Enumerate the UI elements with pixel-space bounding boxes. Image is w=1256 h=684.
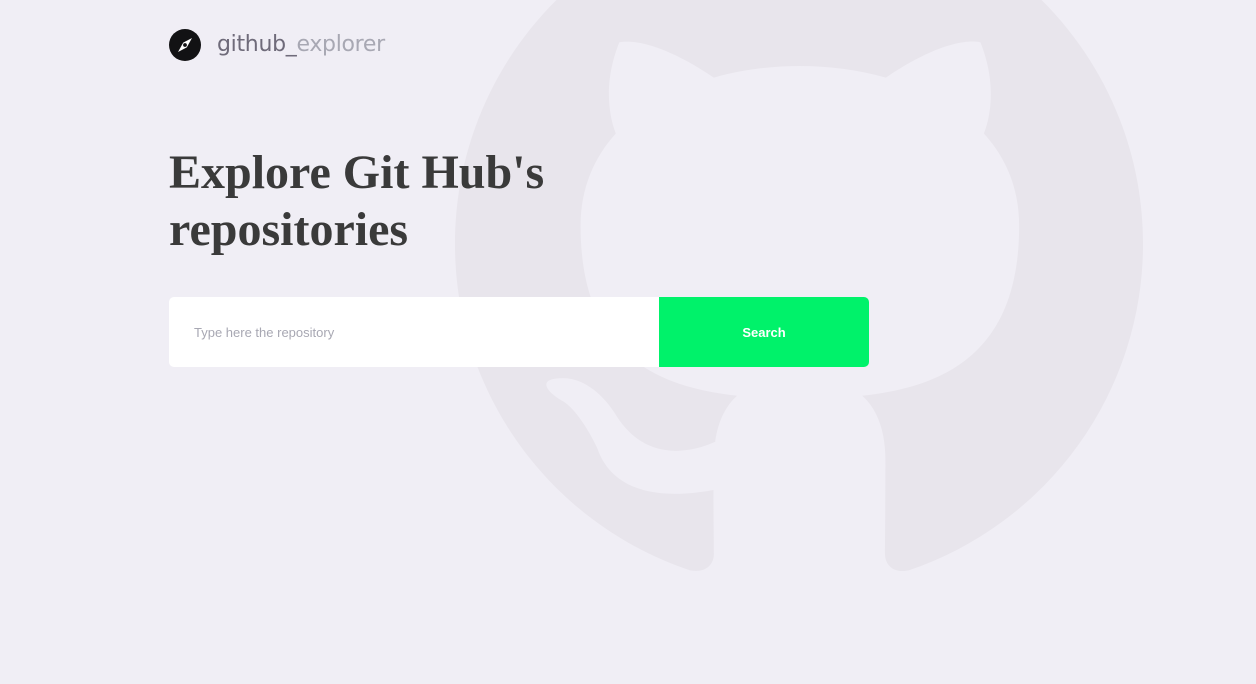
logo-text-sub: explorer [296,32,385,57]
page: github_explorer Explore Git Hub's reposit… [0,0,1256,684]
logo-text-main: github_ [217,32,297,57]
search-button[interactable]: Search [659,297,869,367]
page-title-line-2: repositories [169,203,409,256]
app-logo-text: github_explorer [217,29,385,61]
page-title: Explore Git Hub's repositories [169,144,629,258]
github-octocat-icon [455,0,1143,572]
header: github_explorer [169,29,385,61]
compass-icon [169,29,201,61]
search-form: Search [169,297,869,367]
page-title-line-1: Explore Git Hub's [169,146,545,199]
search-input[interactable] [169,297,659,367]
